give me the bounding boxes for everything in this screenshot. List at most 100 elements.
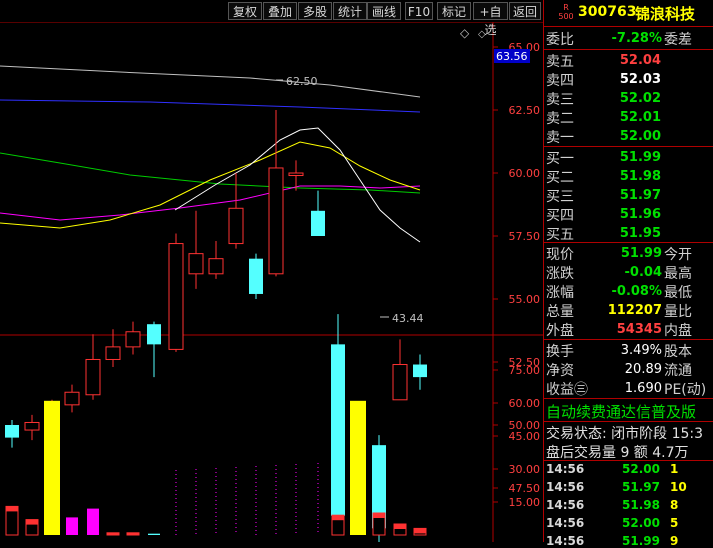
volume-bar-cap [373,513,385,518]
kline-chart[interactable]: 65.0062.5060.0057.5055.0052.5050.0047.50… [0,0,543,542]
toolbar-button-5[interactable]: F10 [405,2,433,20]
toolbar-button-8[interactable]: 返回 [509,2,541,20]
chart-toolbar: 复权 叠加 多股 统计 画线 F10 标记 +自选 返回 [0,0,543,37]
bid-label: 买一 [546,151,574,167]
stat-label: 外盘 [546,323,574,339]
ma-line-3 [0,185,421,221]
stat-label-2: 最低 [664,285,692,301]
vol-axis-label: 75.00 [509,364,541,377]
stat2-label: 净资 [546,363,574,379]
weibi-value: -7.28% [611,31,663,46]
bid-price[interactable]: 51.98 [604,169,661,184]
volume-bar-cap [107,532,119,535]
stat2-label: 换手 [546,344,574,360]
bid-price[interactable]: 51.95 [604,226,661,241]
candle-body-up [208,258,224,275]
tick-time: 14:56 [546,498,585,512]
candle-body-up [188,253,204,275]
toolbar-button-1[interactable]: 叠加 [263,2,297,20]
ask-price[interactable]: 52.01 [604,110,661,125]
ma-line-0 [0,65,421,98]
tick-price: 51.97 [622,480,660,494]
stat-label: 总量 [546,304,574,320]
ask-label: 卖四 [546,73,574,89]
ma-line-5 [174,127,421,243]
price-axis-label: 60.00 [509,167,541,180]
stock-code: 300763 [578,4,637,20]
stock-terminal-window: 65.00 62.50 60.00 57.50 55.00 52.50 50.00 47.50… [0,0,713,548]
volume-bar-cap [394,524,406,529]
price-axis-label: 55.00 [509,293,541,306]
stat2-label-2: 流通 [664,363,692,379]
stat-label-2: 今开 [664,247,692,263]
tick-time: 14:56 [546,534,585,548]
bid-label: 买三 [546,189,574,205]
volume-bar [87,508,99,535]
vol-axis-label: 60.00 [509,397,541,410]
stat-label-2: 最高 [664,266,692,282]
toolbar-button-7[interactable]: +自选 [473,2,508,37]
ask-price[interactable]: 52.02 [604,91,661,106]
weibi-label: 委比 [546,32,574,48]
stat-label: 涨幅 [546,285,574,301]
candle-body-up [168,243,184,350]
bid-label: 买五 [546,227,574,243]
tick-volume: 10 [670,480,687,494]
tick-volume: 1 [670,462,679,476]
price-axis-label: 47.50 [509,482,541,495]
price-axis-label: 57.50 [509,230,541,243]
stat-value: -0.04 [624,265,662,280]
price-axis-label: 62.50 [509,104,541,117]
ask-price[interactable]: 52.04 [604,53,661,68]
candle-body-down [249,258,263,294]
volume-bar [148,533,160,535]
ma-line-4 [0,141,421,229]
ask-label: 卖一 [546,130,574,146]
candle-body-up [105,346,121,360]
ask-label: 卖三 [546,92,574,108]
stat2-value: 1.690 [624,381,662,396]
tick-volume: 9 [670,534,679,548]
vol-axis-label: 15.00 [509,496,541,509]
bid-label: 买二 [546,170,574,186]
trade-status: 交易状态: 闭市阶段 15:3 [546,426,704,442]
tick-volume: 8 [670,498,679,512]
bid-price[interactable]: 51.99 [604,150,661,165]
bid-label: 买四 [546,208,574,224]
stat2-label: 收益㊂ [546,382,588,398]
diamond-marker-icon: ◇ [460,26,470,40]
vol-axis-label: 45.00 [509,430,541,443]
stat2-label-2: PE(动) [664,382,707,398]
ask-label: 卖二 [546,111,574,127]
high-price-label: 62.50 [286,75,318,88]
volume-bar-cap [332,515,344,521]
tick-price: 52.00 [622,462,660,476]
toolbar-button-2[interactable]: 多股 [298,2,332,20]
volume-bar-highlight [350,400,366,535]
stock-name: 锦浪科技 [635,5,696,23]
toolbar-button-4[interactable]: 画线 [367,2,401,20]
quote-panel: R 500 300763 锦浪科技 委比 -7.28% 委差 卖五 52.04 卖四… [543,0,713,548]
bid-price[interactable]: 51.96 [604,207,661,222]
ma-line-1 [0,99,421,113]
toolbar-button-6[interactable]: 标记 [437,2,471,20]
candle-body-up [24,421,40,431]
bid-price[interactable]: 51.97 [604,188,661,203]
stat-label: 涨跌 [546,266,574,282]
stat-label-2: 量比 [664,304,692,320]
toolbar-button-0[interactable]: 复权 [228,2,262,20]
candle-body-down [331,344,345,516]
tick-time: 14:56 [546,462,585,476]
ask-label: 卖五 [546,54,574,70]
renewal-banner[interactable]: 自动续费通达信普及版 [546,401,696,422]
stat-label: 现价 [546,247,574,263]
toolbar-button-3[interactable]: 统计 [333,2,367,20]
candle-body-down [311,210,325,236]
candle-body-up [125,331,141,348]
ask-price[interactable]: 52.00 [604,129,661,144]
volume-bar-highlight [44,400,60,535]
ask-price[interactable]: 52.03 [604,72,661,87]
low-price-label: 43.44 [392,312,424,325]
current-price-tag: 63.56 [496,50,528,63]
volume-bar-cap [6,506,18,512]
